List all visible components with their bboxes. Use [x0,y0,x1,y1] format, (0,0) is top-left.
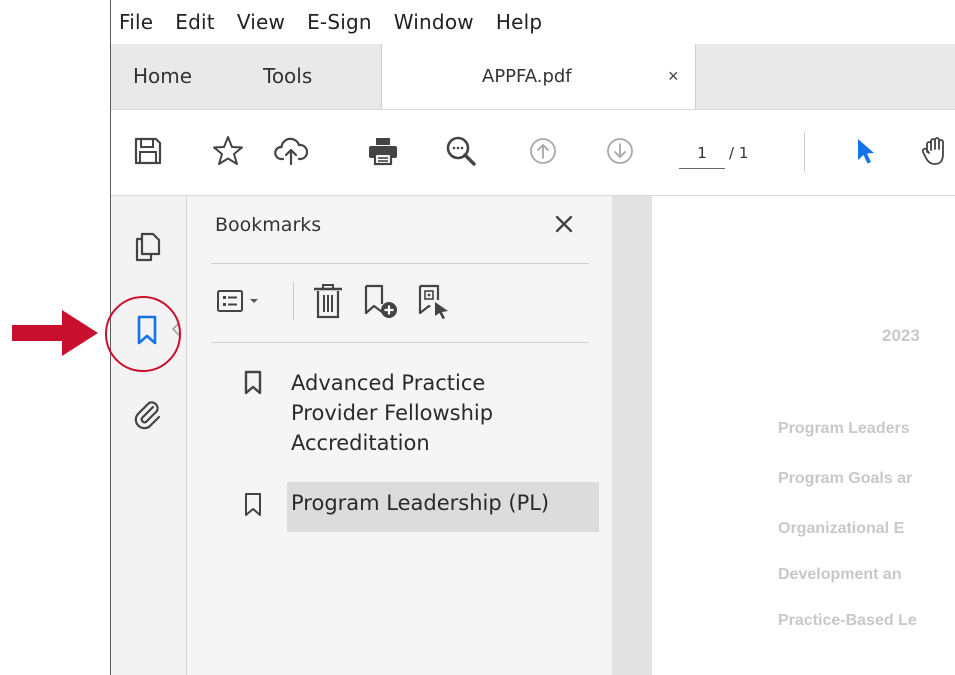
tab-bar: Home Tools APPFA.pdf × [111,44,955,110]
toc-line: Development an [778,566,902,583]
pages-icon[interactable] [129,228,165,264]
save-icon[interactable] [131,134,165,168]
bookmarks-panel: Bookmarks Advanced Practice Provider Fel… [187,196,612,675]
toolbar-divider [804,132,805,172]
new-bookmark-icon[interactable] [361,282,401,322]
document-tab-title: APPFA.pdf [482,66,572,87]
toc-line: Practice-Based Le [778,612,917,629]
select-arrow-icon[interactable] [849,134,883,168]
menu-view[interactable]: View [237,10,285,34]
toolbar: 1 / 1 [111,109,955,196]
star-icon[interactable] [211,134,245,168]
panel-divider [211,342,589,343]
page-total: / 1 [729,144,749,162]
menu-edit[interactable]: Edit [175,10,215,34]
menu-window[interactable]: Window [394,10,474,34]
print-icon[interactable] [366,134,400,168]
page-number-input[interactable]: 1 [679,138,725,169]
delete-icon[interactable] [309,282,347,320]
attachment-icon[interactable] [129,396,165,432]
menu-e-sign[interactable]: E-Sign [307,10,372,34]
toc-line: Program Leaders [778,420,910,437]
close-panel-icon[interactable] [552,212,576,236]
hand-icon[interactable] [919,134,953,168]
bookmark-item-icon [245,493,261,516]
bookmark-item-selected[interactable]: Program Leadership (PL) [243,482,603,534]
page-up-icon[interactable] [526,134,560,168]
panel-divider [211,263,589,264]
options-list-icon[interactable] [215,282,271,320]
tab-document[interactable]: APPFA.pdf × [381,44,696,110]
bookmark-label: Advanced Practice Provider Fellowship Ac… [291,371,494,455]
document-gutter [612,196,652,675]
callout-arrow-icon [12,310,98,356]
toc-line: Program Goals ar [778,470,913,487]
menu-help[interactable]: Help [496,10,542,34]
tab-tools[interactable]: Tools [263,44,312,109]
tab-home[interactable]: Home [133,44,192,109]
toc-line: Organizational E [778,520,905,537]
panel-title: Bookmarks [215,214,322,236]
menu-file[interactable]: File [119,10,153,34]
document-page[interactable]: 2023 Program Leaders Program Goals ar Or… [652,196,955,675]
zoom-out-icon[interactable] [444,134,478,168]
panel-toolbar-divider [293,282,294,320]
cloud-upload-icon[interactable] [274,134,308,168]
close-tab-icon[interactable]: × [668,67,679,85]
left-navigation-rail [111,196,187,675]
callout-circle [105,296,181,372]
acrobat-window: File Edit View E-Sign Window Help Home T… [110,0,955,675]
bookmark-item-icon [244,370,262,395]
bookmark-label: Program Leadership (PL) [291,491,550,515]
document-heading-fragment: 2023 [882,326,920,345]
bookmark-item[interactable]: Advanced Practice Provider Fellowship Ac… [243,368,583,468]
new-bookmark-from-structure-icon[interactable] [415,282,455,322]
page-down-icon[interactable] [603,134,637,168]
menu-bar: File Edit View E-Sign Window Help [111,0,955,44]
